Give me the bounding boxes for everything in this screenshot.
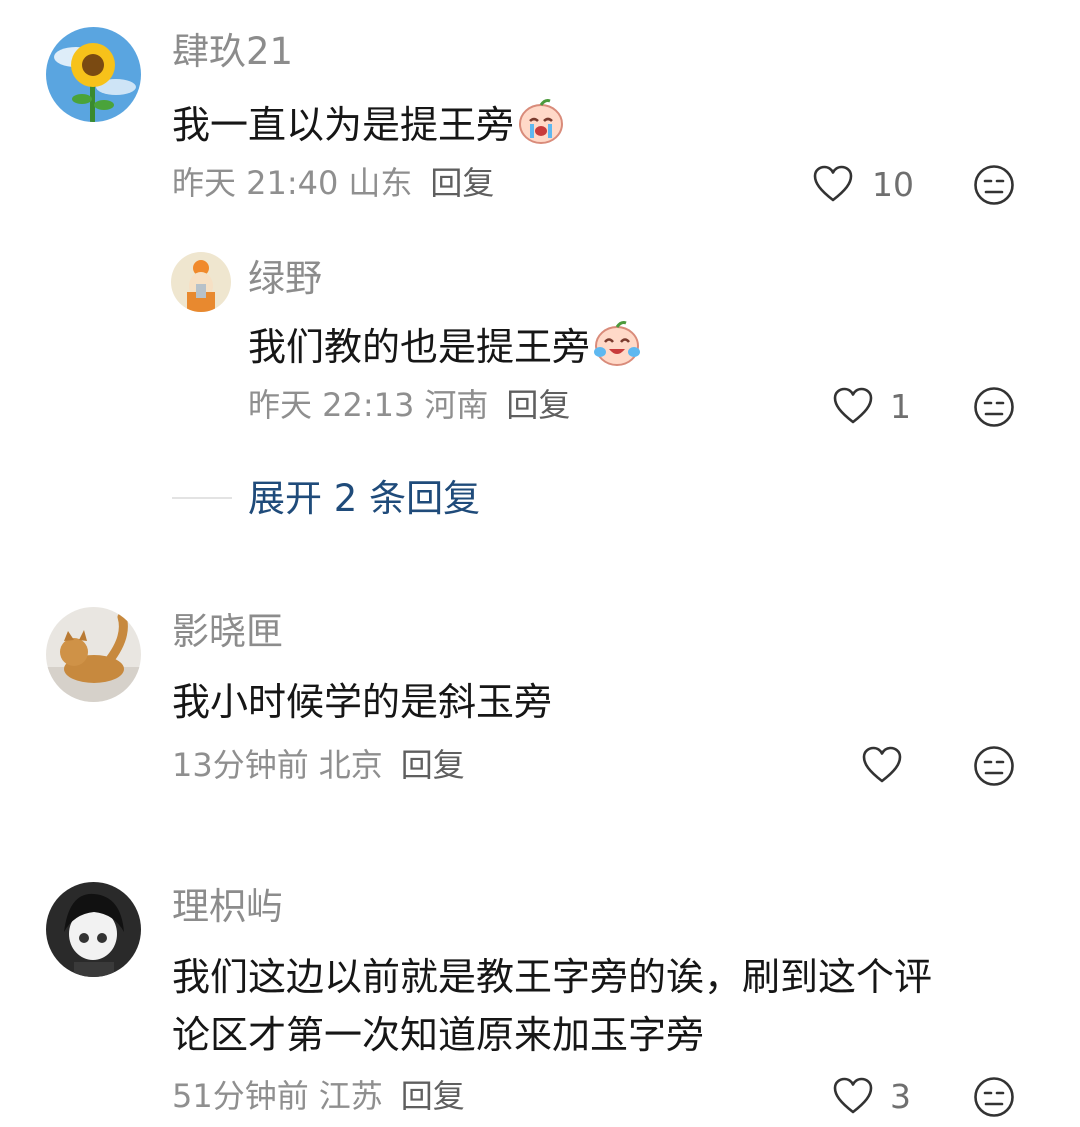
reply-region: 河南 bbox=[424, 386, 489, 424]
comment-text-body: 我一直以为是提王旁 bbox=[172, 103, 515, 147]
comment-region: 江苏 bbox=[318, 1077, 383, 1115]
reply-button[interactable]: 回复 bbox=[430, 164, 494, 202]
like-button[interactable]: 3 bbox=[832, 1076, 922, 1120]
username[interactable]: 影晓匣 bbox=[172, 613, 283, 650]
meh-face-icon[interactable] bbox=[973, 386, 1015, 432]
comment-text-line-2: 论区才第一次知道原来加玉字旁 bbox=[172, 1013, 705, 1057]
reply-button[interactable]: 回复 bbox=[401, 746, 465, 784]
reply-time: 昨天 22:13 bbox=[248, 386, 415, 424]
reply-text-body: 我们教的也是提王旁 bbox=[248, 325, 591, 369]
avatar-anime[interactable] bbox=[46, 882, 141, 977]
meh-face-icon[interactable] bbox=[973, 1076, 1015, 1122]
username[interactable]: 肆玖21 bbox=[172, 33, 293, 70]
comment-time: 昨天 21:40 bbox=[172, 164, 339, 202]
laughing-tears-sticker bbox=[592, 318, 642, 381]
avatar-reply[interactable] bbox=[171, 252, 231, 312]
avatar-cat[interactable] bbox=[46, 607, 141, 702]
avatar-sunflower[interactable] bbox=[46, 27, 141, 122]
reply-text: 我们教的也是提王旁 bbox=[248, 318, 642, 381]
comment-time: 13分钟前 bbox=[172, 746, 309, 784]
reply-item: 绿野 我们教的也是提王旁 昨天 22:13 河南 回复 1 bbox=[0, 240, 1080, 440]
comment-item: 肆玖21 我一直以为是提王旁 昨天 21:40 山东 回复 10 bbox=[0, 0, 1080, 220]
reply-meta: 昨天 22:13 河南 回复 bbox=[248, 389, 570, 421]
meh-face-icon[interactable] bbox=[973, 745, 1015, 791]
comment-region: 北京 bbox=[318, 746, 383, 784]
heart-outline-icon bbox=[861, 745, 903, 789]
comment-text: 我小时候学的是斜玉旁 bbox=[172, 680, 553, 724]
crying-face-sticker bbox=[516, 96, 566, 159]
comment-meta: 51分钟前 江苏 回复 bbox=[172, 1080, 465, 1112]
heart-outline-icon bbox=[812, 164, 854, 208]
comment-text-line-1: 我们这边以前就是教王字旁的诶，刷到这个评 bbox=[172, 955, 933, 999]
reply-username[interactable]: 绿野 bbox=[248, 260, 322, 297]
comment-item: 影晓匣 我小时候学的是斜玉旁 13分钟前 北京 回复 bbox=[0, 590, 1080, 810]
heart-outline-icon bbox=[832, 1076, 874, 1120]
expand-replies-link[interactable]: 展开 2 条回复 bbox=[248, 480, 480, 517]
comment-meta: 13分钟前 北京 回复 bbox=[172, 749, 465, 781]
meh-face-icon[interactable] bbox=[973, 164, 1015, 210]
comment-meta: 昨天 21:40 山东 回复 bbox=[172, 167, 494, 199]
reply-like-count: 1 bbox=[890, 387, 911, 426]
comment-region: 山东 bbox=[348, 164, 413, 202]
heart-outline-icon bbox=[832, 386, 874, 430]
like-count: 3 bbox=[890, 1077, 911, 1116]
comment-item: 理枳屿 我们这边以前就是教王字旁的诶，刷到这个评 论区才第一次知道原来加玉字旁 … bbox=[0, 865, 1080, 1127]
like-count: 10 bbox=[872, 165, 914, 204]
reply-reply-button[interactable]: 回复 bbox=[506, 386, 570, 424]
like-button[interactable] bbox=[861, 745, 911, 789]
reply-button[interactable]: 回复 bbox=[401, 1077, 465, 1115]
expand-divider bbox=[172, 497, 232, 499]
reply-like-button[interactable]: 1 bbox=[832, 386, 922, 430]
username[interactable]: 理枳屿 bbox=[172, 888, 283, 925]
comment-text: 我一直以为是提王旁 bbox=[172, 96, 566, 159]
comment-time: 51分钟前 bbox=[172, 1077, 309, 1115]
like-button[interactable]: 10 bbox=[812, 164, 922, 208]
